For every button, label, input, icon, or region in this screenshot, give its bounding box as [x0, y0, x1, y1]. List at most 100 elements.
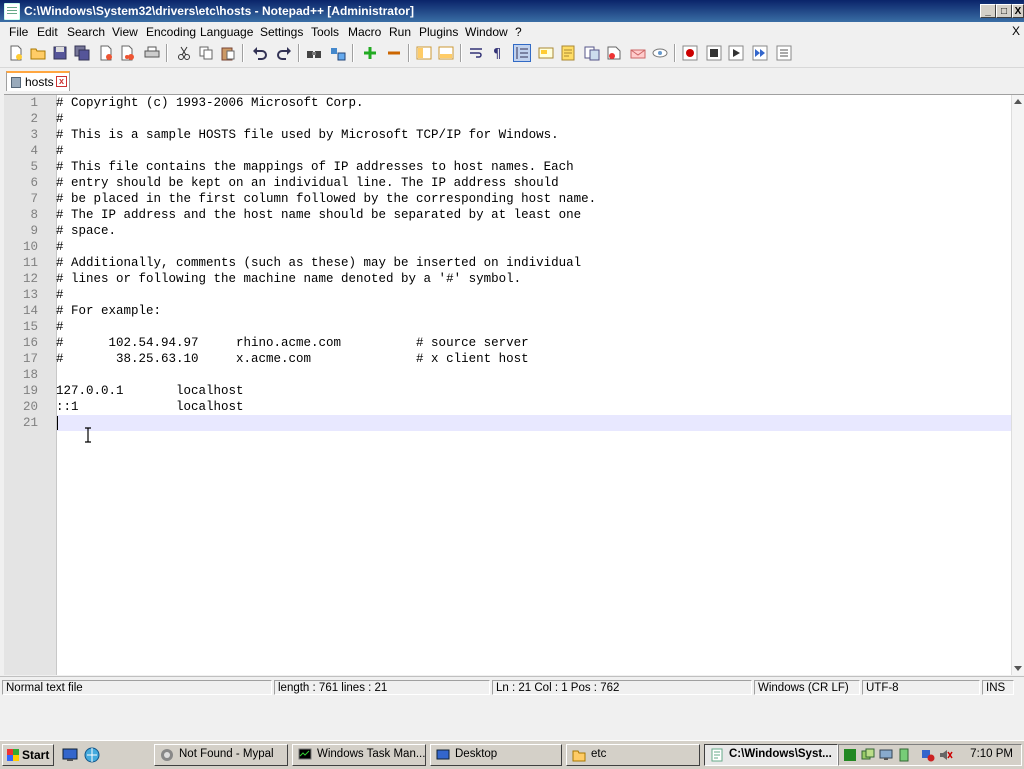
code-line[interactable]: 127.0.0.1 localhost — [56, 383, 244, 399]
copy-icon[interactable] — [198, 45, 214, 61]
find-icon[interactable] — [306, 45, 322, 61]
line-number: 5 — [30, 160, 38, 174]
menu-tools[interactable]: Tools — [311, 25, 339, 39]
record-macro-icon[interactable] — [682, 45, 698, 61]
code-line[interactable]: # Additionally, comments (such as these)… — [56, 255, 581, 271]
save-icon[interactable] — [52, 45, 68, 61]
text-editor[interactable]: 1 2 3 4 5 6 7 8 9 10 11 12 13 14 15 16 1… — [4, 94, 1024, 675]
code-line[interactable]: # — [56, 111, 64, 127]
task-desktop[interactable]: Desktop — [430, 744, 562, 766]
monitoring-icon[interactable] — [630, 45, 646, 61]
code-line[interactable]: # — [56, 239, 64, 255]
tray-app-icon[interactable] — [843, 748, 857, 762]
scroll-down-icon[interactable] — [1014, 666, 1022, 671]
paste-icon[interactable] — [220, 45, 236, 61]
code-line[interactable]: # 102.54.94.97 rhino.acme.com # source s… — [56, 335, 529, 351]
title-bar[interactable]: C:\Windows\System32\drivers\etc\hosts - … — [0, 0, 1024, 22]
folder-icon — [572, 750, 586, 762]
code-line[interactable]: # For example: — [56, 303, 161, 319]
stop-macro-icon[interactable] — [706, 45, 722, 61]
maximize-button[interactable]: □ — [996, 4, 1012, 18]
document-map-icon[interactable] — [560, 45, 576, 61]
code-line[interactable]: # 38.25.63.10 x.acme.com # x client host — [56, 351, 529, 367]
tab-close-icon[interactable]: x — [56, 76, 67, 87]
menu-view[interactable]: View — [112, 25, 138, 39]
tray-volume-muted-icon[interactable] — [939, 748, 953, 762]
scroll-up-icon[interactable] — [1014, 99, 1022, 104]
code-line[interactable]: # — [56, 319, 64, 335]
code-line[interactable]: # — [56, 143, 64, 159]
tray-battery-icon[interactable] — [897, 748, 911, 762]
line-number: 14 — [22, 304, 38, 318]
menu-run[interactable]: Run — [389, 25, 411, 39]
new-file-icon[interactable] — [8, 45, 24, 61]
toolbar: ¶ — [0, 41, 1024, 68]
run-macro-multiple-icon[interactable] — [752, 45, 768, 61]
menu-help[interactable]: ? — [515, 25, 522, 39]
vertical-scrollbar[interactable] — [1011, 95, 1024, 675]
menu-encoding[interactable]: Encoding — [146, 25, 196, 39]
tray-security-icon[interactable] — [921, 748, 935, 762]
line-number: 8 — [30, 208, 38, 222]
code-line[interactable]: # The IP address and the host name shoul… — [56, 207, 581, 223]
folder-as-workspace-icon[interactable] — [606, 45, 622, 61]
status-eol[interactable]: Windows (CR LF) — [754, 680, 860, 695]
desktop-folder-icon — [436, 749, 450, 760]
task-notepadpp[interactable]: C:\Windows\Syst... — [704, 744, 838, 766]
task-task-manager[interactable]: Windows Task Man... — [292, 744, 426, 766]
start-button[interactable]: Start — [2, 744, 54, 766]
close-file-icon[interactable] — [98, 45, 114, 61]
code-line[interactable]: # This is a sample HOSTS file used by Mi… — [56, 127, 559, 143]
cut-icon[interactable] — [176, 45, 192, 61]
code-line[interactable]: # This file contains the mappings of IP … — [56, 159, 574, 175]
status-encoding[interactable]: UTF-8 — [862, 680, 980, 695]
print-icon[interactable] — [144, 45, 160, 61]
code-line[interactable]: ::1 localhost — [56, 399, 244, 415]
sync-horizontal-icon[interactable] — [438, 45, 454, 61]
user-language-icon[interactable] — [538, 45, 554, 61]
open-file-icon[interactable] — [30, 45, 46, 61]
play-macro-icon[interactable] — [728, 45, 744, 61]
eye-icon[interactable] — [652, 45, 668, 61]
code-line[interactable]: # lines or following the machine name de… — [56, 271, 521, 287]
zoom-in-icon[interactable] — [362, 45, 378, 61]
close-button[interactable]: X — [1012, 4, 1024, 18]
menu-macro[interactable]: Macro — [348, 25, 381, 39]
show-all-characters-icon[interactable]: ¶ — [490, 45, 506, 61]
menu-search[interactable]: Search — [67, 25, 105, 39]
minimize-button[interactable]: _ — [980, 4, 996, 18]
code-line[interactable]: # Copyright (c) 1993-2006 Microsoft Corp… — [56, 95, 364, 111]
indent-guide-icon[interactable] — [513, 44, 531, 62]
code-line[interactable]: # — [56, 287, 64, 303]
task-mypal[interactable]: Not Found - Mypal — [154, 744, 288, 766]
close-all-icon[interactable] — [120, 45, 136, 61]
status-insert-mode[interactable]: INS — [982, 680, 1014, 695]
code-line[interactable]: # space. — [56, 223, 116, 239]
menu-language[interactable]: Language — [200, 25, 253, 39]
task-etc-folder[interactable]: etc — [566, 744, 700, 766]
function-list-icon[interactable] — [584, 45, 600, 61]
menu-window[interactable]: Window — [465, 25, 508, 39]
notepad-app-icon[interactable] — [4, 3, 20, 20]
tray-display-icon[interactable] — [879, 748, 893, 762]
word-wrap-icon[interactable] — [468, 45, 484, 61]
redo-icon[interactable] — [276, 45, 292, 61]
code-line[interactable]: # entry should be kept on an individual … — [56, 175, 559, 191]
replace-icon[interactable] — [330, 45, 346, 61]
save-macro-icon[interactable] — [776, 45, 792, 61]
close-document-icon[interactable]: X — [1012, 24, 1020, 38]
tray-network-icon[interactable] — [861, 748, 875, 762]
clock[interactable]: 7:10 PM — [970, 748, 1013, 760]
menu-plugins[interactable]: Plugins — [419, 25, 458, 39]
browser-icon[interactable] — [84, 747, 100, 763]
show-desktop-icon[interactable] — [62, 747, 78, 763]
undo-icon[interactable] — [252, 45, 268, 61]
sync-vertical-icon[interactable] — [416, 45, 432, 61]
menu-file[interactable]: File — [9, 25, 28, 39]
menu-settings[interactable]: Settings — [260, 25, 303, 39]
save-all-icon[interactable] — [74, 45, 90, 61]
zoom-out-icon[interactable] — [386, 45, 402, 61]
code-line[interactable]: # be placed in the first column followed… — [56, 191, 596, 207]
menu-edit[interactable]: Edit — [37, 25, 58, 39]
tab-hosts[interactable]: hosts x — [6, 71, 70, 91]
